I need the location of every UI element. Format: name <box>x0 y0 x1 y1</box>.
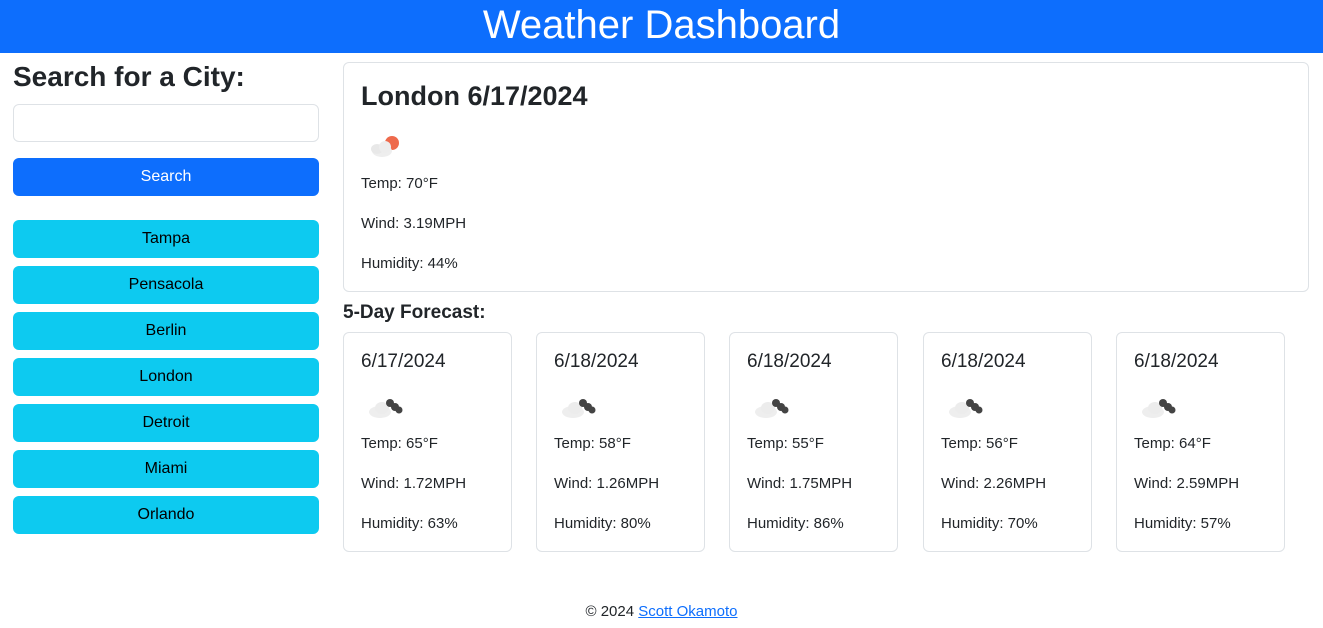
page-footer: © 2024 Scott Okamoto <box>0 603 1323 620</box>
cloudy-icon <box>755 399 789 418</box>
forecast-date: 6/18/2024 <box>1134 351 1219 372</box>
forecast-humidity: Humidity: 80% <box>554 515 651 532</box>
forecast-temp: Temp: 64°F <box>1134 435 1211 452</box>
forecast-heading: 5-Day Forecast: <box>343 302 486 323</box>
forecast-humidity: Humidity: 57% <box>1134 515 1231 532</box>
forecast-temp: Temp: 58°F <box>554 435 631 452</box>
search-history-list: Tampa Pensacola Berlin London Detroit Mi… <box>13 220 319 534</box>
partly-cloudy-icon <box>371 136 399 157</box>
forecast-wind: Wind: 2.59MPH <box>1134 475 1240 492</box>
forecast-humidity: Humidity: 70% <box>941 515 1038 532</box>
forecast-wind: Wind: 2.26MPH <box>941 475 1047 492</box>
page-title: Weather Dashboard <box>482 3 841 47</box>
cloudy-icon <box>949 399 983 418</box>
history-button-orlando[interactable]: Orlando <box>13 496 319 534</box>
forecast-card: 6/17/2024 Temp: 65°F Wind: 1.72MPH Humid… <box>343 332 512 552</box>
app-header: Weather Dashboard <box>0 0 1323 53</box>
search-button[interactable]: Search <box>13 158 319 196</box>
forecast-card: 6/18/2024 Temp: 55°F Wind: 1.75MPH Humid… <box>729 332 898 552</box>
current-temp: Temp: 70°F <box>361 175 438 192</box>
history-button-detroit[interactable]: Detroit <box>13 404 319 442</box>
history-button-berlin[interactable]: Berlin <box>13 312 319 350</box>
current-humidity: Humidity: 44% <box>361 255 458 272</box>
forecast-card: 6/18/2024 Temp: 58°F Wind: 1.26MPH Humid… <box>536 332 705 552</box>
cloudy-icon <box>562 399 596 418</box>
forecast-temp: Temp: 55°F <box>747 435 824 452</box>
current-city-date: London 6/17/2024 <box>361 81 588 111</box>
cloudy-icon <box>1142 399 1176 418</box>
forecast-wind: Wind: 1.72MPH <box>361 475 467 492</box>
copyright-text: © 2024 <box>585 603 635 620</box>
author-link[interactable]: Scott Okamoto <box>638 603 737 620</box>
forecast-humidity: Humidity: 63% <box>361 515 458 532</box>
forecast-wind: Wind: 1.75MPH <box>747 475 853 492</box>
current-wind: Wind: 3.19MPH <box>361 215 467 232</box>
city-search-input[interactable] <box>13 104 319 142</box>
forecast-wind: Wind: 1.26MPH <box>554 475 660 492</box>
history-button-london[interactable]: London <box>13 358 319 396</box>
history-button-miami[interactable]: Miami <box>13 450 319 488</box>
search-sidebar: Search for a City: Search Tampa Pensacol… <box>13 58 319 542</box>
forecast-card: 6/18/2024 Temp: 64°F Wind: 2.59MPH Humid… <box>1116 332 1285 552</box>
search-heading: Search for a City: <box>13 61 245 92</box>
forecast-humidity: Humidity: 86% <box>747 515 844 532</box>
forecast-date: 6/18/2024 <box>554 351 639 372</box>
forecast-date: 6/17/2024 <box>361 351 446 372</box>
forecast-date: 6/18/2024 <box>747 351 832 372</box>
cloudy-icon <box>369 399 403 418</box>
forecast-card: 6/18/2024 Temp: 56°F Wind: 2.26MPH Humid… <box>923 332 1092 552</box>
forecast-temp: Temp: 65°F <box>361 435 438 452</box>
forecast-temp: Temp: 56°F <box>941 435 1018 452</box>
history-button-tampa[interactable]: Tampa <box>13 220 319 258</box>
forecast-date: 6/18/2024 <box>941 351 1026 372</box>
history-button-pensacola[interactable]: Pensacola <box>13 266 319 304</box>
current-weather-card: London 6/17/2024 Temp: 70°F Wind: 3.19MP… <box>343 62 1309 292</box>
